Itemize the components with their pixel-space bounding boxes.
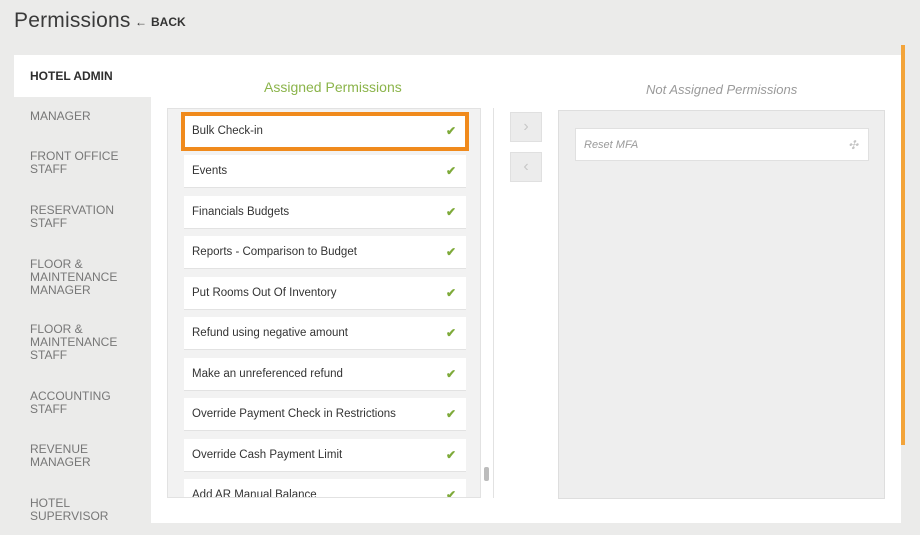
permission-label: Bulk Check-in: [192, 125, 263, 137]
checkmark-icon: ✔: [445, 326, 456, 340]
sidebar-item-floor-maintenance-staff[interactable]: FLOOR & MAINTENANCE STAFF: [14, 323, 124, 362]
checkmark-icon: ✔: [445, 124, 456, 138]
permission-label: Add AR Manual Balance: [192, 489, 317, 498]
page-scrollbar[interactable]: [901, 45, 905, 445]
page-header: Permissions ← BACK: [0, 0, 920, 46]
permission-label: Events: [192, 165, 228, 177]
sidebar-item-hotel-supervisor[interactable]: HOTEL SUPERVISOR: [14, 497, 114, 523]
checkmark-icon: ✔: [445, 407, 456, 421]
sidebar-item-accounting-staff[interactable]: ACCOUNTING STAFF: [14, 390, 124, 416]
permission-row-add-ar-balance[interactable]: Add AR Manual Balance ✔: [184, 479, 466, 498]
page-title: Permissions: [14, 9, 131, 32]
checkmark-icon: ✔: [445, 245, 456, 259]
sidebar-item-reservation-staff[interactable]: RESERVATION STAFF: [14, 204, 134, 230]
back-label: BACK: [151, 15, 186, 29]
permission-label: Refund using negative amount: [192, 327, 348, 339]
sidebar-item-manager[interactable]: MANAGER: [14, 110, 151, 123]
permission-row-override-cash-limit[interactable]: Override Cash Payment Limit ✔: [184, 439, 466, 472]
move-arrows-icon[interactable]: ✣: [848, 138, 858, 152]
permission-label: Reset MFA: [584, 138, 639, 151]
not-assigned-permissions-title: Not Assigned Permissions: [646, 82, 798, 97]
page-margin: [905, 45, 920, 535]
sidebar-item-front-office-staff[interactable]: FRONT OFFICE STAFF: [14, 150, 134, 176]
permission-label: Financials Budgets: [192, 206, 290, 218]
back-button[interactable]: ← BACK: [135, 15, 186, 29]
checkmark-icon: ✔: [445, 488, 456, 498]
permission-row-events[interactable]: Events ✔: [184, 155, 466, 188]
checkmark-icon: ✔: [445, 205, 456, 219]
move-to-not-assigned-button[interactable]: ‹: [510, 152, 542, 182]
permission-row-override-payment-check[interactable]: Override Payment Check in Restrictions ✔: [184, 398, 466, 431]
permission-label: Override Cash Payment Limit: [192, 449, 343, 461]
not-assigned-permissions-list[interactable]: Reset MFA ✣: [558, 110, 885, 499]
sidebar-item-floor-maintenance-manager[interactable]: FLOOR & MAINTENANCE MANAGER: [14, 258, 124, 297]
permission-row-bulk-check-in[interactable]: Bulk Check-in ✔: [181, 112, 469, 151]
assigned-permissions-title: Assigned Permissions: [264, 79, 402, 95]
arrow-left-icon: ←: [135, 15, 147, 29]
chevron-left-icon: ‹: [523, 158, 529, 175]
move-to-assigned-button[interactable]: ›: [510, 112, 542, 142]
assigned-permissions-list[interactable]: Bulk Check-in ✔ Events ✔ Financials Budg…: [167, 108, 481, 498]
list-divider: [493, 108, 494, 498]
checkmark-icon: ✔: [445, 367, 456, 381]
chevron-right-icon: ›: [523, 118, 529, 135]
permission-row-reports-comparison[interactable]: Reports - Comparison to Budget ✔: [184, 236, 466, 269]
sidebar-item-hotel-admin[interactable]: HOTEL ADMIN: [14, 55, 151, 97]
permission-row-refund-negative[interactable]: Refund using negative amount ✔: [184, 317, 466, 350]
permission-label: Put Rooms Out Of Inventory: [192, 287, 337, 299]
scrollbar-thumb[interactable]: [484, 467, 489, 481]
permission-row-reset-mfa[interactable]: Reset MFA ✣: [575, 128, 869, 161]
permission-label: Make an unreferenced refund: [192, 368, 343, 380]
checkmark-icon: ✔: [445, 286, 456, 300]
permission-label: Override Payment Check in Restrictions: [192, 408, 396, 420]
checkmark-icon: ✔: [445, 448, 456, 462]
permission-label: Reports - Comparison to Budget: [192, 246, 357, 258]
permissions-panel: Assigned Permissions Not Assigned Permis…: [151, 55, 901, 523]
sidebar-item-revenue-manager[interactable]: REVENUE MANAGER: [14, 443, 114, 469]
checkmark-icon: ✔: [445, 164, 456, 178]
permission-row-put-rooms-out[interactable]: Put Rooms Out Of Inventory ✔: [184, 277, 466, 310]
permission-row-financials-budgets[interactable]: Financials Budgets ✔: [184, 196, 466, 229]
permission-row-unreferenced-refund[interactable]: Make an unreferenced refund ✔: [184, 358, 466, 391]
